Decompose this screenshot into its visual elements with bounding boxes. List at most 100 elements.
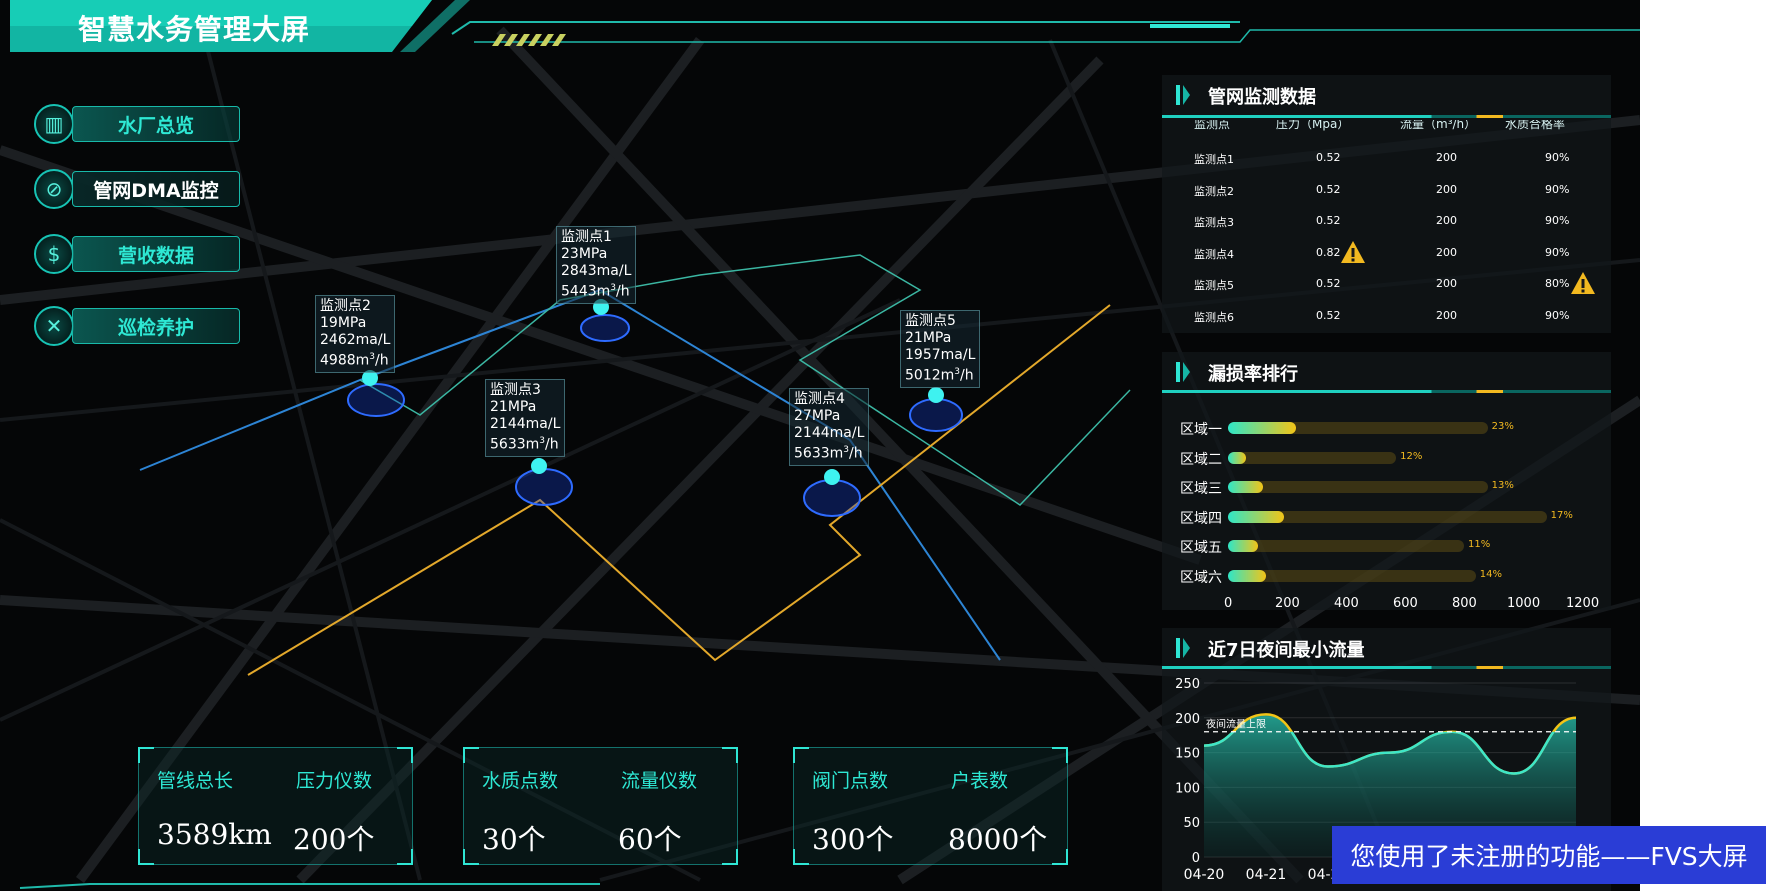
table-cell-rate: 90% — [1545, 151, 1570, 164]
table-cell-pressure: 0.52 — [1316, 182, 1341, 196]
bar-category-label: 区域四 — [1180, 510, 1222, 527]
stat-label: 阀门点数 — [812, 770, 889, 792]
stat-card-pipeline: 管线总长 压力仪数 3589km 200个 — [138, 747, 413, 865]
table-cell-pressure: 0.52 — [1316, 151, 1341, 164]
point-name: 监测点3 — [490, 382, 541, 398]
nav-item-label: 营收数据 — [72, 236, 240, 272]
table-row[interactable]: 监测点2 0.52 200 90% — [1162, 179, 1602, 203]
table-cell-flow: 200 — [1436, 308, 1457, 322]
point-flow: 5443m3/h — [561, 283, 630, 300]
table-cell-point: 监测点1 — [1194, 153, 1234, 166]
bar-data-label: 17% — [1550, 509, 1573, 521]
point-name: 监测点5 — [905, 313, 956, 329]
table-cell-rate: 90% — [1545, 214, 1570, 227]
table-cell-rate: 80% — [1545, 277, 1570, 290]
nav-item-label: 巡检养护 — [72, 308, 240, 344]
stat-value: 300个 — [812, 823, 894, 856]
monitor-point-label[interactable]: 监测点1 23MPa 2843ma/L 5443m3/h — [556, 226, 637, 304]
stat-card-valve: 阀门点数 户表数 300个 8000个 — [793, 747, 1068, 865]
bar-data-label: 12% — [1400, 450, 1423, 462]
table-row[interactable]: 监测点3 0.52 200 90% — [1162, 210, 1602, 234]
monitor-point-label[interactable]: 监测点2 19MPa 2462ma/L 4988m3/h — [315, 295, 396, 373]
bar-category-label: 区域六 — [1180, 570, 1222, 586]
monitor-point-label[interactable]: 监测点5 21MPa 1957ma/L 5012m3/h — [900, 310, 981, 388]
point-pressure: 19MPa — [320, 315, 367, 331]
bar-data-label: 14% — [1479, 569, 1503, 580]
x-tick-label: 1000 — [1507, 596, 1541, 611]
point-quality: 2462ma/L — [320, 332, 391, 348]
bar-category-label: 区域五 — [1180, 540, 1222, 557]
table-cell-point: 监测点5 — [1194, 279, 1234, 292]
bar[interactable] — [1228, 451, 1246, 464]
nav-item-plant-overview[interactable]: ▥ 水厂总览 — [34, 104, 242, 144]
x-tick-label: 800 — [1452, 596, 1477, 611]
table-cell-rate: 90% — [1545, 182, 1570, 196]
table-cell-point: 监测点4 — [1194, 247, 1234, 261]
bar[interactable] — [1228, 570, 1267, 582]
x-tick-label: 1200 — [1566, 596, 1600, 611]
point-name: 监测点4 — [794, 391, 845, 407]
table-cell-point: 监测点2 — [1194, 184, 1234, 198]
stat-label: 户表数 — [951, 770, 1009, 792]
warning-triangle-icon — [1571, 272, 1595, 294]
panel-title: 近7日夜间最小流量 — [1208, 640, 1365, 661]
stat-label: 流量仪数 — [621, 770, 698, 792]
panel-marker-icon — [1176, 638, 1190, 658]
point-flow: 5633m3/h — [794, 445, 863, 462]
column-header: 水质合格率 — [1505, 120, 1566, 131]
point-flow: 5633m3/h — [490, 436, 559, 453]
column-header: 流量（m³/h） — [1400, 120, 1477, 131]
unregistered-banner[interactable]: 您使用了未注册的功能——FVS大屏 — [1332, 826, 1766, 884]
panel-marker-icon — [1176, 362, 1190, 382]
table-cell-pressure: 0.82 — [1316, 245, 1341, 259]
point-pressure: 21MPa — [905, 330, 952, 346]
nav-item-dma-monitor[interactable]: ⊘ 管网DMA监控 — [34, 169, 242, 209]
nav-item-revenue[interactable]: $ 营收数据 — [34, 234, 242, 274]
nav-item-inspection[interactable]: ✕ 巡检养护 — [34, 306, 242, 346]
table-cell-rate: 90% — [1545, 308, 1570, 322]
bar-track — [1228, 451, 1397, 464]
bar[interactable] — [1228, 510, 1285, 523]
stat-label: 管线总长 — [157, 770, 234, 792]
point-flow: 4988m3/h — [320, 352, 389, 369]
monitor-point-label[interactable]: 监测点4 27MPa 2144ma/L 5633m3/h — [789, 388, 870, 466]
table-cell-flow: 200 — [1436, 151, 1457, 164]
nav-item-label: 管网DMA监控 — [72, 171, 240, 207]
dashboard-screen: 智慧水务管理大屏 ▥ 水厂总览 ⊘ 管网DMA监控 $ 营收数据 ✕ 巡检养护 … — [0, 0, 1777, 891]
page-title: 智慧水务管理大屏 — [78, 13, 311, 46]
table-row[interactable]: 监测点6 0.52 200 90% — [1162, 305, 1602, 329]
column-header: 压力（Mpa） — [1276, 120, 1350, 131]
nav-item-label: 水厂总览 — [72, 106, 240, 142]
point-name: 监测点1 — [561, 229, 612, 245]
pipe-monitor-table: 监测点 压力（Mpa） 流量（m³/h） 水质合格率 监测点1 0.52 200 90… — [1162, 120, 1611, 330]
bar[interactable] — [1228, 540, 1258, 553]
table-row[interactable]: 监测点4 0.82 200 90% — [1162, 240, 1602, 266]
bar-data-label: 23% — [1491, 421, 1514, 432]
bar-category-label: 区域三 — [1180, 481, 1222, 498]
point-quality: 1957ma/L — [905, 347, 976, 363]
stat-value: 8000个 — [948, 823, 1048, 856]
point-pressure: 23MPa — [561, 246, 608, 262]
bar[interactable] — [1228, 481, 1264, 494]
table-row[interactable]: 监测点5 0.52 200 80% — [1162, 272, 1602, 297]
table-cell-point: 监测点6 — [1194, 310, 1234, 324]
stat-card-quality: 水质点数 流量仪数 30个 60个 — [463, 747, 738, 865]
stat-value: 3589km — [157, 818, 272, 851]
table-row[interactable]: 监测点1 0.52 200 90% — [1162, 147, 1602, 171]
point-pressure: 21MPa — [490, 399, 537, 415]
monitor-point-label[interactable]: 监测点3 21MPa 2144ma/L 5633m3/h — [485, 379, 566, 457]
panel-title: 管网监测数据 — [1208, 87, 1316, 108]
column-header: 监测点 — [1194, 120, 1231, 131]
stat-label: 水质点数 — [482, 770, 559, 792]
table-cell-pressure: 0.52 — [1316, 277, 1341, 290]
stat-value: 60个 — [618, 823, 682, 856]
bar[interactable] — [1228, 422, 1296, 434]
point-pressure: 27MPa — [794, 408, 841, 424]
bar-track — [1228, 540, 1464, 553]
table-cell-point: 监测点3 — [1194, 216, 1234, 229]
table-cell-rate: 90% — [1545, 245, 1570, 259]
x-tick-label: 0 — [1224, 596, 1233, 611]
wrench-screwdriver-icon: ✕ — [34, 306, 74, 346]
stat-label: 压力仪数 — [296, 770, 373, 792]
pipe-valve-icon: ⊘ — [34, 169, 74, 209]
